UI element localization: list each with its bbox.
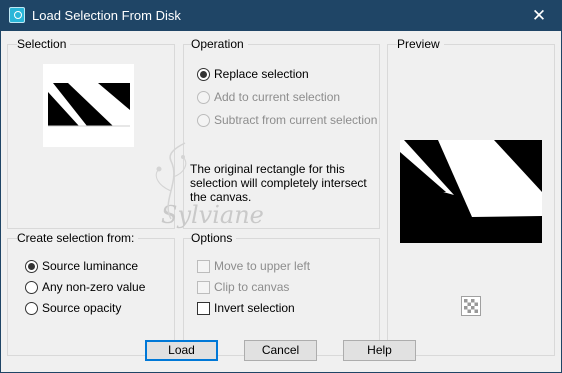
radio-button[interactable] bbox=[197, 90, 210, 104]
selection-group-label: Selection bbox=[17, 37, 71, 51]
create-from-group-label: Create selection from: bbox=[17, 231, 139, 245]
checkbox[interactable] bbox=[197, 259, 210, 273]
radio-label: Source luminance bbox=[42, 259, 139, 273]
window-title: Load Selection From Disk bbox=[32, 8, 181, 23]
app-icon bbox=[9, 7, 25, 23]
radio-label: Add to current selection bbox=[214, 90, 341, 104]
help-button[interactable]: Help bbox=[343, 340, 416, 361]
radio-button[interactable] bbox=[197, 113, 210, 127]
radio-button[interactable] bbox=[25, 259, 38, 273]
options-group-label: Options bbox=[191, 231, 237, 245]
preview-group-label: Preview bbox=[397, 37, 444, 51]
radio-any-non-zero-value[interactable]: Any non-zero value bbox=[25, 280, 145, 294]
radio-source-luminance[interactable]: Source luminance bbox=[25, 259, 138, 273]
radio-button[interactable] bbox=[25, 301, 38, 315]
radio-label: Any non-zero value bbox=[42, 280, 146, 294]
radio-button[interactable] bbox=[197, 67, 210, 81]
radio-replace-selection[interactable]: Replace selection bbox=[197, 67, 309, 81]
cancel-button[interactable]: Cancel bbox=[244, 340, 317, 361]
checkbox-label: Invert selection bbox=[214, 301, 295, 315]
radio-button[interactable] bbox=[25, 280, 38, 294]
radio-label: Replace selection bbox=[214, 67, 309, 81]
preview-canvas bbox=[400, 140, 542, 243]
watermark-ornament bbox=[155, 142, 187, 220]
create-from-group: Create selection from: Source luminance … bbox=[7, 231, 175, 356]
checkbox-move-to-upper-left[interactable]: Move to upper left bbox=[197, 259, 310, 273]
checkerboard-icon[interactable] bbox=[461, 296, 481, 316]
operation-group-label: Operation bbox=[191, 37, 248, 51]
close-button[interactable]: ✕ bbox=[516, 0, 562, 31]
preview-image bbox=[400, 140, 542, 243]
operation-message: The original rectangle for this selectio… bbox=[190, 162, 367, 204]
radio-add-to-selection[interactable]: Add to current selection bbox=[197, 90, 340, 104]
checkbox-invert-selection[interactable]: Invert selection bbox=[197, 301, 295, 315]
dialog-body: Selection Operation Replace selection Ad… bbox=[1, 31, 561, 372]
radio-label: Source opacity bbox=[42, 301, 122, 315]
title-bar[interactable]: Load Selection From Disk ✕ bbox=[0, 0, 562, 31]
preview-group: Preview bbox=[387, 37, 555, 356]
checkbox-label: Clip to canvas bbox=[214, 280, 290, 294]
checkbox-label: Move to upper left bbox=[214, 259, 311, 273]
radio-label: Subtract from current selection bbox=[214, 113, 378, 127]
checkerboard-icon-glyph bbox=[464, 299, 478, 313]
radio-source-opacity[interactable]: Source opacity bbox=[25, 301, 121, 315]
selection-thumbnail bbox=[43, 64, 134, 147]
options-group: Options Move to upper left Clip to canva… bbox=[183, 231, 380, 356]
checkbox[interactable] bbox=[197, 280, 210, 294]
checkbox-clip-to-canvas[interactable]: Clip to canvas bbox=[197, 280, 289, 294]
load-button[interactable]: Load bbox=[145, 340, 218, 361]
checkbox[interactable] bbox=[197, 301, 210, 315]
radio-subtract-from-selection[interactable]: Subtract from current selection bbox=[197, 113, 377, 127]
selection-thumbnail-image bbox=[48, 83, 130, 127]
dialog-window: Load Selection From Disk ✕ Selection Ope… bbox=[0, 0, 562, 373]
